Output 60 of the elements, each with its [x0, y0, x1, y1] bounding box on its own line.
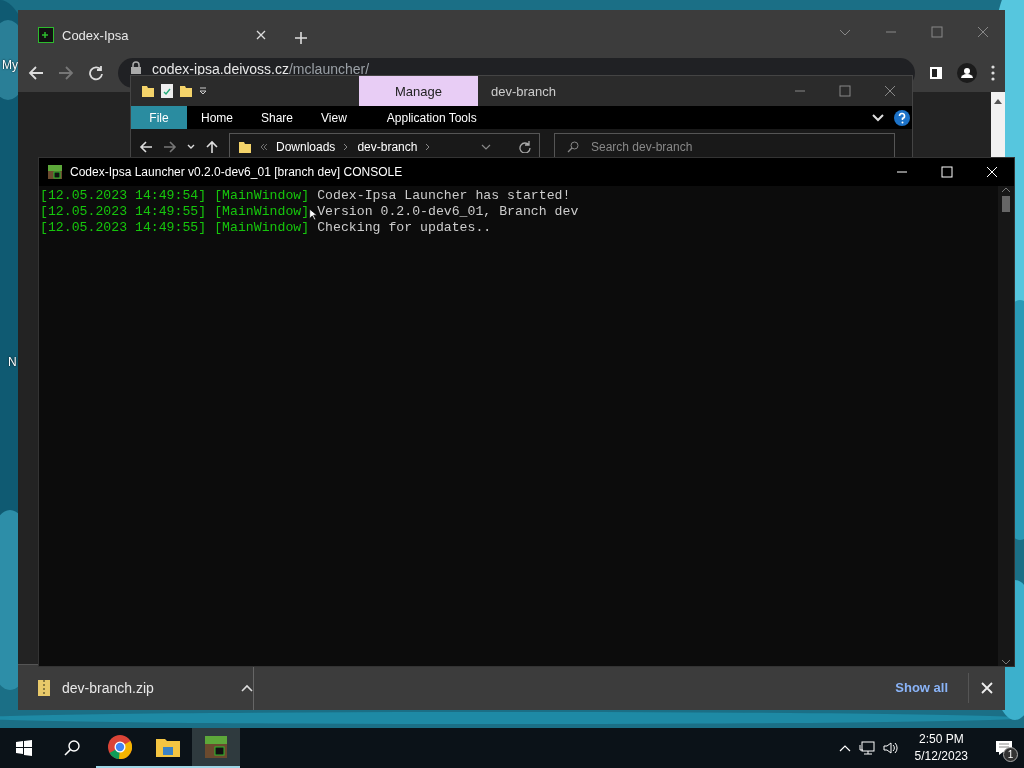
breadcrumb-item[interactable]: dev-branch	[357, 139, 418, 154]
new-tab-icon[interactable]	[294, 31, 308, 45]
search-icon	[64, 740, 80, 756]
log-source: [MainWindow]	[214, 188, 310, 204]
chevron-right-icon[interactable]	[425, 142, 432, 151]
window-title: Codex-Ipsa Launcher v0.2.0-dev6_01 [branch dev] CONSOLE	[70, 165, 403, 179]
log-message: Codex-Ipsa Launcher has started!	[317, 188, 571, 204]
log-source: [MainWindow]	[214, 220, 310, 236]
collapse-ribbon-icon[interactable]	[872, 113, 884, 122]
dropdown-icon[interactable]	[199, 87, 207, 95]
profile-icon[interactable]	[957, 63, 977, 83]
grass-block-icon	[48, 165, 62, 179]
log-message: Checking for updates..	[317, 220, 492, 236]
menu-icon[interactable]	[991, 65, 995, 81]
help-icon[interactable]	[894, 109, 910, 126]
network-icon[interactable]	[858, 741, 875, 755]
log-timestamp: [12.05.2023 14:49:55]	[40, 204, 207, 220]
windows-logo-icon	[16, 740, 32, 756]
new-folder-icon	[179, 84, 193, 98]
volume-icon[interactable]	[882, 741, 899, 755]
ribbon-tab[interactable]: Share	[247, 106, 308, 129]
log-timestamp: [12.05.2023 14:49:54]	[40, 188, 207, 204]
log-source: [MainWindow]	[214, 204, 310, 220]
log-message: Version 0.2.0-dev6_01, Branch dev	[317, 204, 579, 220]
grass-block-icon	[205, 736, 227, 758]
scroll-up-icon[interactable]	[994, 98, 1002, 104]
forward-icon[interactable]	[163, 139, 177, 154]
sidebar-icon[interactable]	[929, 66, 943, 80]
search-icon	[567, 140, 579, 153]
log-timestamp: [12.05.2023 14:49:55]	[40, 220, 207, 236]
contextual-tab-header: Manage	[359, 76, 478, 106]
show-all-button[interactable]: Show all	[887, 676, 956, 699]
reload-icon[interactable]	[88, 65, 104, 81]
zip-file-icon	[38, 679, 50, 696]
ribbon-tab[interactable]: Home	[187, 106, 247, 129]
chevron-right-icon[interactable]	[343, 142, 350, 151]
folder-icon	[238, 139, 252, 154]
chrome-icon	[108, 735, 132, 759]
forward-icon[interactable]	[58, 65, 74, 81]
notification-count: 1	[1003, 747, 1018, 762]
back-icon[interactable]	[139, 139, 153, 154]
refresh-icon[interactable]	[519, 140, 531, 153]
ribbon-tab[interactable]: Application Tools	[372, 106, 491, 129]
launcher-icon	[38, 27, 54, 43]
ribbon-tab[interactable]: View	[307, 106, 361, 129]
overflow-chevron-icon	[260, 142, 268, 151]
scrollbar[interactable]	[991, 92, 1005, 160]
dropdown-icon[interactable]	[481, 143, 491, 150]
breadcrumb-item[interactable]: Downloads	[276, 139, 336, 154]
show-hidden-icons-icon[interactable]	[838, 744, 851, 752]
lock-icon	[130, 61, 142, 75]
folder-icon	[156, 737, 180, 757]
caret-up-icon[interactable]	[241, 683, 253, 692]
taskbar-app-button[interactable]	[192, 728, 240, 768]
recent-locations-icon[interactable]	[187, 143, 195, 150]
folder-icon	[141, 84, 155, 98]
back-icon[interactable]	[28, 65, 44, 81]
up-icon[interactable]	[205, 139, 219, 154]
mouse-cursor-icon	[309, 208, 317, 221]
clock[interactable]: 2:50 PM 5/12/2023	[906, 731, 976, 765]
